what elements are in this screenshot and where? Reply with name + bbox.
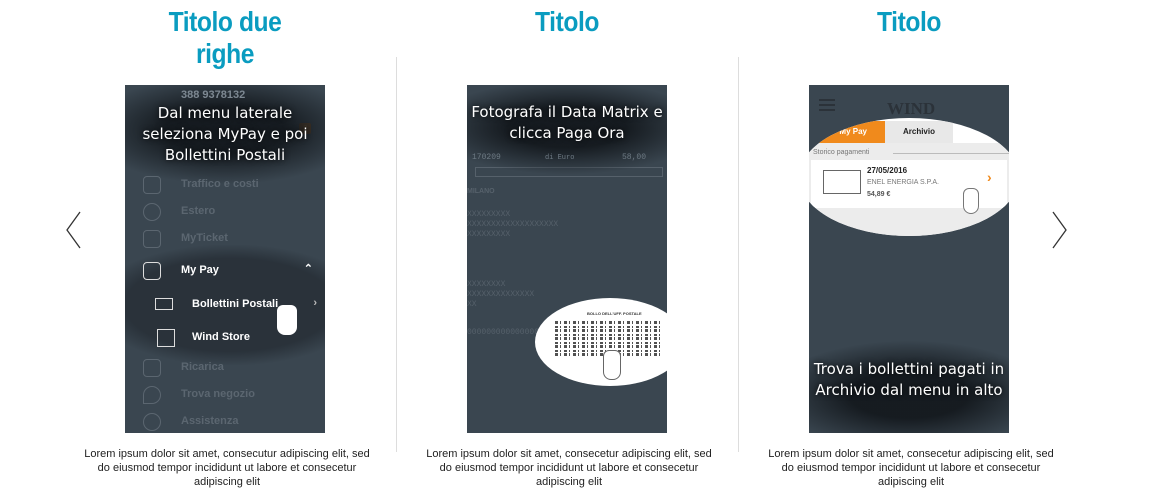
stamp-label: BOLLO DELL'UFF. POSTALE — [587, 311, 642, 316]
divider — [738, 57, 739, 452]
doc-line: XXXXXXXX — [467, 280, 506, 289]
next-arrow-icon[interactable] — [1051, 210, 1069, 250]
menu-item[interactable]: Assistenza — [125, 409, 325, 433]
previous-arrow-icon[interactable] — [64, 210, 82, 250]
menu-item[interactable]: Traffico e costi — [125, 172, 325, 198]
payment-payee: ENEL ENERGIA S.P.A. — [867, 179, 939, 186]
phone-screenshot: WIND My Pay Archivio Storico pagamenti 2… — [809, 85, 1009, 433]
section-label: Storico pagamenti — [813, 149, 870, 156]
slide-title: Titolo due righe — [168, 6, 282, 69]
slide-title: Titolo — [535, 6, 599, 37]
doc-line: XXXXXXXXX — [467, 230, 511, 239]
cart-icon — [157, 329, 175, 347]
menu-item[interactable]: Trova negozio — [125, 382, 325, 408]
doc-line: 0000000000000000 — [467, 328, 544, 337]
doc-line: XXXXXXXXXXXXXX — [467, 290, 535, 299]
slide-title: Titolo — [877, 6, 941, 37]
slide-caption: Lorem ipsum dolor sit amet, consecutur a… — [84, 448, 370, 488]
chevron-up-icon: ⌃ — [303, 263, 313, 275]
phone-screenshot: MILANO XXXXXXXXX XXXXXXXXXXXXXXXXXXX XXX… — [467, 85, 667, 433]
doc-line: XX — [467, 300, 477, 309]
doc-code: 170209 — [472, 153, 501, 162]
zoom-bubble: BOLLO DELL'UFF. POSTALE — [535, 298, 667, 386]
card-icon — [143, 262, 161, 280]
payment-entry[interactable]: 27/05/2016 ENEL ENERGIA S.P.A. 54,89 € › — [811, 160, 1007, 214]
fuel-icon — [143, 359, 161, 377]
tab-my-pay[interactable]: My Pay — [809, 121, 885, 143]
doc-city: MILANO — [467, 188, 495, 195]
menu-item-my-pay[interactable]: My Pay ⌃ — [125, 258, 325, 284]
zoom-bubble: My Pay Archivio Storico pagamenti 27/05/… — [809, 118, 1009, 236]
menu-icon[interactable] — [819, 99, 835, 111]
slide-caption: Lorem ipsum dolor sit amet, consecetur a… — [426, 448, 712, 488]
hand-pointer-icon — [603, 350, 621, 380]
bill-icon — [823, 170, 861, 194]
menu-item[interactable]: Estero — [125, 199, 325, 225]
divider — [396, 57, 397, 452]
help-icon — [143, 413, 161, 431]
phone-number: 388 9378132 — [181, 89, 246, 101]
hand-pointer-icon — [963, 188, 979, 214]
tab-archivio[interactable]: Archivio — [885, 121, 953, 143]
bill-icon — [155, 298, 173, 310]
phone-screenshot: 2 388 9378132 Dal menu laterale selezion… — [125, 85, 325, 433]
doc-line: XXXXXXXXX — [467, 210, 511, 219]
chevron-right-icon: › — [987, 169, 992, 185]
payment-date: 27/05/2016 — [867, 166, 908, 175]
payment-amount: 54,89 € — [867, 191, 891, 198]
traffic-icon — [143, 176, 161, 194]
menu-item-wind-store[interactable]: Wind Store — [125, 325, 325, 351]
pin-icon — [143, 386, 161, 404]
doc-line: XXXXXXXXXXXXXXXXXXX — [467, 220, 559, 229]
slide-caption: Lorem ipsum dolor sit amet, consecetur a… — [768, 448, 1054, 488]
instruction-overlay: Fotografa il Data Matrix e clicca Paga O… — [471, 103, 663, 142]
brand-logo: WIND — [887, 99, 936, 118]
instruction-overlay: Dal menu laterale seleziona MyPay e poi … — [142, 104, 308, 164]
doc-amount: 58,00 — [622, 153, 647, 162]
doc-currency: di Euro — [545, 154, 575, 162]
instruction-overlay: Trova i bollettini pagati in Archivio da… — [813, 360, 1005, 399]
menu-item[interactable]: Ricarica — [125, 355, 325, 381]
chevron-right-icon: › — [313, 297, 317, 309]
globe-icon — [143, 203, 161, 221]
